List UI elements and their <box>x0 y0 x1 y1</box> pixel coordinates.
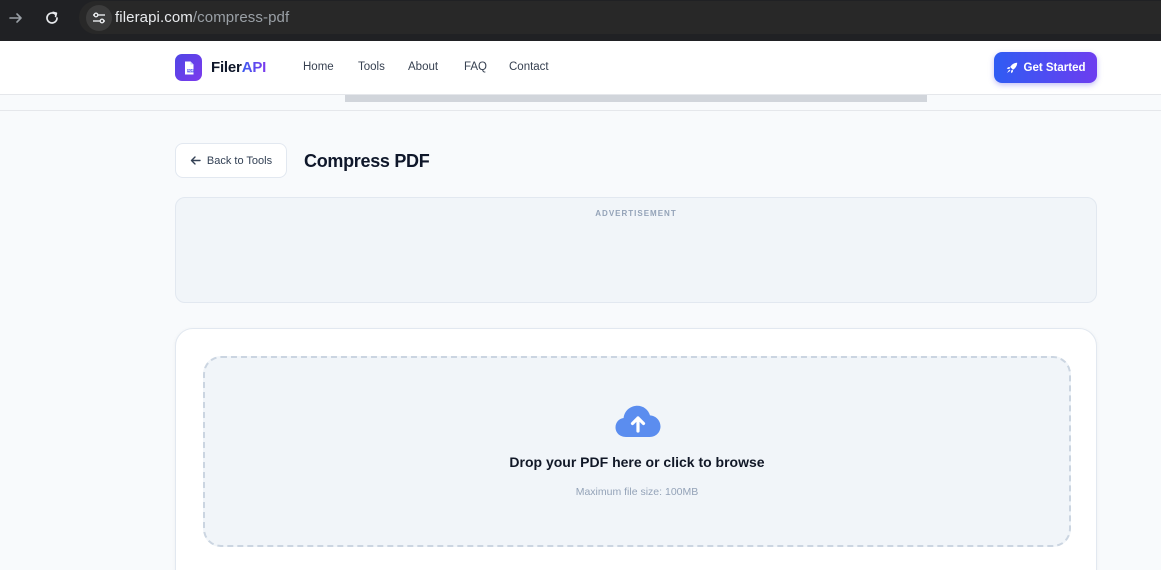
arrow-left-icon <box>190 156 201 165</box>
nav-tools[interactable]: Tools <box>358 61 385 73</box>
url-path: /compress-pdf <box>192 9 290 26</box>
page-title: Compress PDF <box>304 151 430 171</box>
brand-part-2: API <box>241 59 267 76</box>
logo[interactable]: PDF <box>175 54 202 81</box>
nav-about[interactable]: About <box>408 61 438 73</box>
back-to-tools-label: Back to Tools <box>206 154 273 167</box>
tune-icon <box>93 12 105 24</box>
advertisement-label: ADVERTISEMENT <box>595 209 677 218</box>
site-header: PDF FilerAPI Home Tools About FAQ Contac… <box>0 41 1161 95</box>
advertisement-box: ADVERTISEMENT <box>175 197 1097 303</box>
address-bar[interactable]: filerapi.com/compress-pdf <box>79 1 1161 34</box>
nav-home[interactable]: Home <box>303 61 334 73</box>
reload-button[interactable] <box>38 6 66 30</box>
nav-faq[interactable]: FAQ <box>464 61 487 73</box>
url-host: filerapi.com <box>115 9 193 26</box>
get-started-label: Get Started <box>1023 61 1086 74</box>
upload-card: Drop your PDF here or click to browse Ma… <box>175 328 1097 570</box>
dropzone-title: Drop your PDF here or click to browse <box>509 454 765 470</box>
divider <box>0 110 1161 111</box>
top-ad-placeholder <box>345 95 927 102</box>
brand-name[interactable]: FilerAPI <box>211 59 266 76</box>
pdf-dropzone[interactable]: Drop your PDF here or click to browse Ma… <box>203 356 1071 547</box>
pdf-file-icon: PDF <box>184 61 194 74</box>
nav-contact[interactable]: Contact <box>509 61 549 73</box>
reload-icon <box>46 11 58 24</box>
site-info-button[interactable] <box>86 5 112 31</box>
forward-button[interactable] <box>2 6 30 30</box>
dropzone-subtitle: Maximum file size: 100MB <box>575 486 699 498</box>
rocket-icon <box>1006 62 1017 73</box>
get-started-button[interactable]: Get Started <box>994 52 1097 83</box>
brand-part-1: Filer <box>211 59 242 76</box>
arrow-right-icon <box>9 13 22 23</box>
svg-text:PDF: PDF <box>187 68 193 72</box>
url-text[interactable]: filerapi.com/compress-pdf <box>115 9 289 26</box>
cloud-upload-icon <box>615 405 661 437</box>
browser-toolbar: filerapi.com/compress-pdf <box>0 0 1161 41</box>
back-to-tools-button[interactable]: Back to Tools <box>175 143 287 178</box>
